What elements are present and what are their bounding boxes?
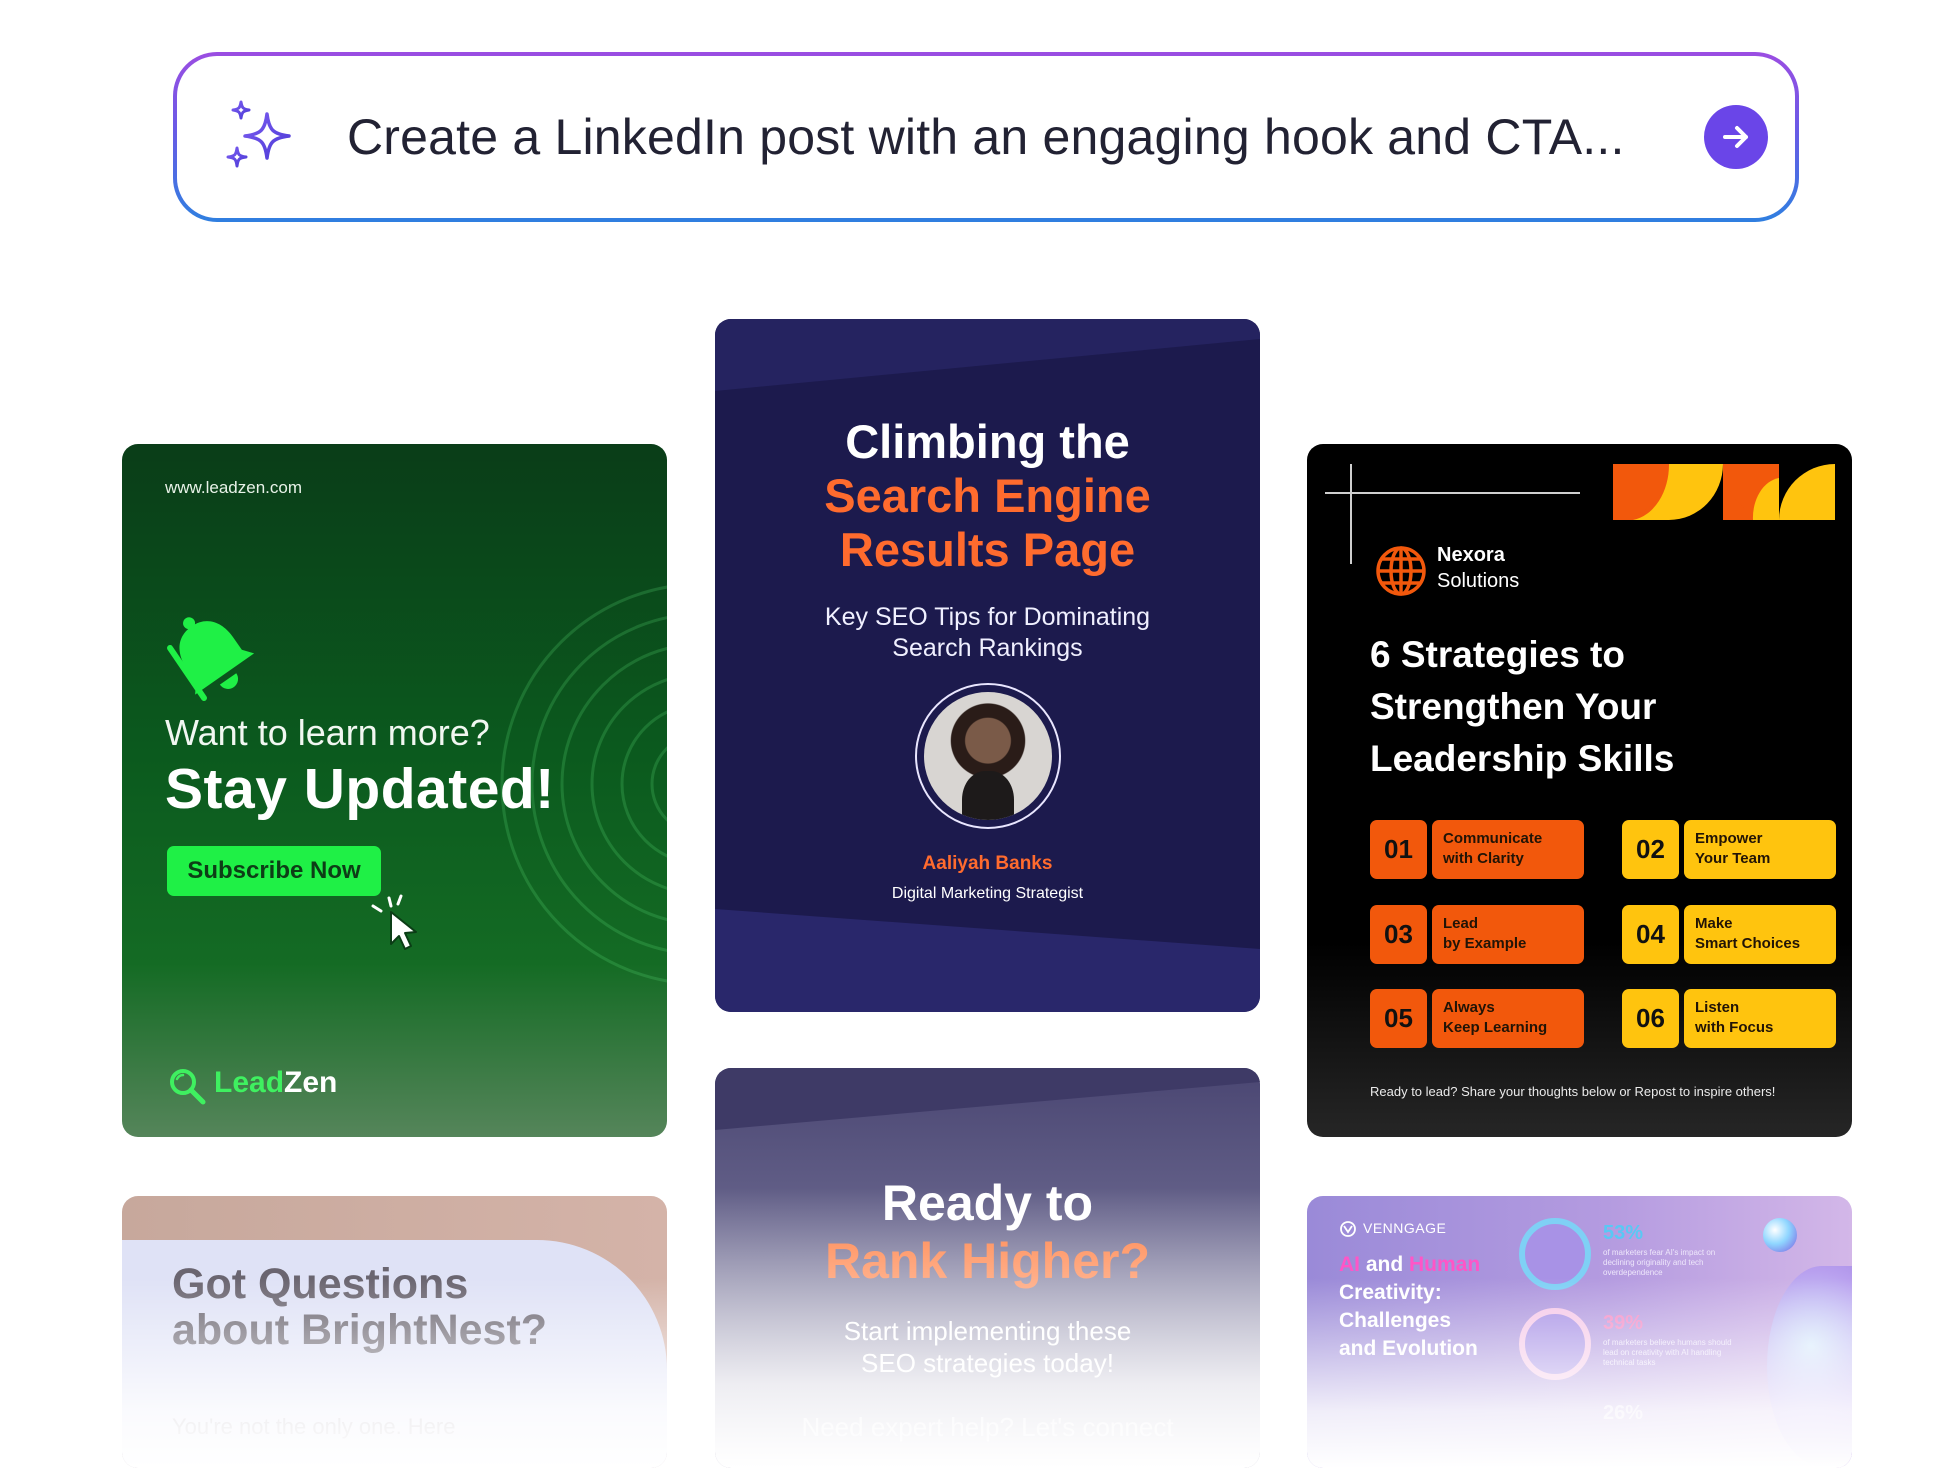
decorative-horizontal-line (1325, 492, 1580, 494)
title-line-1: Climbing the (845, 415, 1130, 468)
title-line-1: Ready to (881, 1175, 1094, 1231)
cursor-click-icon (371, 894, 417, 950)
website-url: www.leadzen.com (165, 478, 303, 497)
title-line-1: Got Questions (172, 1260, 469, 1308)
subtitle-line-2: Search Rankings (892, 634, 1083, 662)
template-card-brightnest[interactable]: Got Questions about BrightNest? You're n… (122, 1196, 667, 1468)
stat-value: 53% (1603, 1222, 1644, 1244)
title-line-2: Rank Higher? (824, 1233, 1151, 1289)
title-line-2: about BrightNest? (172, 1306, 548, 1354)
sparkles-icon (226, 100, 291, 168)
title-human: Human (1409, 1253, 1481, 1276)
author-name: Aaliyah Banks (922, 853, 1053, 874)
magnifier-logo-icon (170, 1069, 206, 1105)
title-line-2: Strengthen Your (1370, 686, 1657, 727)
strategy-label-line-2: Smart Choices (1695, 935, 1801, 952)
decorative-orb (1763, 1218, 1797, 1252)
prompt-input-container[interactable]: Create a LinkedIn post with an engaging … (177, 56, 1795, 218)
decorative-vertical-line (1350, 464, 1352, 564)
strategy-label: Always Keep Learning (1432, 989, 1584, 1048)
template-card-leadzen[interactable]: www.leadzen.com Want to learn more? Stay… (122, 444, 667, 1137)
headline: Stay Updated! (165, 757, 555, 821)
template-card-rank-higher[interactable]: Ready to Rank Higher? Start implementing… (715, 1068, 1260, 1468)
strategy-label-line-2: with Focus (1695, 1019, 1774, 1036)
decorative-shapes (1613, 464, 1835, 520)
title-ai: AI (1339, 1253, 1360, 1276)
subscribe-button[interactable]: Subscribe Now (167, 846, 381, 896)
person-icon (1519, 1218, 1591, 1290)
decorative-shape-bottom (715, 909, 1260, 1012)
decorative-shape-top (715, 1068, 1260, 1130)
decorative-face-sculpture (1767, 1266, 1852, 1466)
title-and: and (1360, 1253, 1410, 1276)
brand-name-suffix: Solutions (1437, 570, 1520, 592)
strategy-label: Make Smart Choices (1684, 905, 1836, 964)
avatar-photo (924, 692, 1052, 820)
footer-cta: Ready to lead? Share your thoughts below… (1370, 1084, 1776, 1099)
strategy-label-line-2: Your Team (1695, 850, 1771, 867)
avatar (915, 683, 1061, 829)
strategy-number: 01 (1370, 820, 1427, 879)
subtitle-line-3: Need expert help? Let's connect (801, 1412, 1174, 1442)
brand-name: Nexora (1437, 544, 1505, 566)
template-card-seo[interactable]: Climbing the Search Engine Results Page … (715, 319, 1260, 1012)
title-line-3: Leadership Skills (1370, 738, 1675, 779)
strategy-label: Empower Your Team (1684, 820, 1836, 879)
stat-description: of marketers believe humans should lead … (1603, 1338, 1732, 1367)
subtitle-line-1: Key SEO Tips for Dominating (824, 603, 1151, 631)
subtitle-line-2: SEO strategies today! (861, 1348, 1114, 1378)
title-line-3: Challenges (1339, 1309, 1452, 1332)
prompt-text[interactable]: Create a LinkedIn post with an engaging … (347, 56, 1625, 218)
decorative-shape-top (715, 319, 1260, 391)
strategy-number: 02 (1622, 820, 1679, 879)
strategy-label-line-1: Communicate (1443, 830, 1543, 847)
send-button[interactable] (1704, 105, 1768, 169)
author-role: Digital Marketing Strategist (891, 885, 1084, 902)
template-card-nexora[interactable]: Nexora Solutions 6 Strategies to Strengt… (1307, 444, 1852, 1137)
strategy-label: Listen with Focus (1684, 989, 1836, 1048)
strategy-label-line-1: Listen (1695, 999, 1740, 1016)
strategy-label-line-2: with Clarity (1443, 850, 1524, 867)
subtitle-line-1: Start implementing these (843, 1316, 1132, 1346)
title-line-3: Results Page (839, 523, 1136, 576)
question-text: Want to learn more? (165, 712, 490, 753)
logo-part-zen: Zen (284, 1066, 338, 1099)
strategy-number: 06 (1622, 989, 1679, 1048)
brand-name: VENNGAGE (1363, 1220, 1447, 1236)
globe-logo-icon (1376, 546, 1426, 596)
logo-part-lead: Lead (214, 1066, 285, 1099)
strategy-number: 03 (1370, 905, 1427, 964)
strategy-label-line-2: Keep Learning (1443, 1019, 1548, 1036)
title-line-2: Creativity: (1339, 1281, 1442, 1304)
stat-description: of marketers fear AI's impact on declini… (1603, 1248, 1716, 1277)
venngage-logo-icon (1340, 1221, 1356, 1237)
subtitle: You're not the only one. Here (172, 1414, 456, 1439)
strategy-label: Communicate with Clarity (1432, 820, 1584, 879)
bell-icon (167, 617, 255, 701)
template-card-ai-creativity[interactable]: VENNGAGE AI and Human Creativity: Challe… (1307, 1196, 1852, 1468)
stat-value: 26% (1603, 1402, 1644, 1424)
strategy-number: 05 (1370, 989, 1427, 1048)
arrow-right-icon (1723, 126, 1748, 148)
title-line-4: and Evolution (1339, 1337, 1478, 1360)
title-line-1: AI and Human (1339, 1252, 1480, 1278)
strategy-number: 04 (1622, 905, 1679, 964)
brand-logo-text: LeadZen (214, 1066, 337, 1100)
title-line-2: Search Engine (824, 469, 1151, 522)
prompt-bar[interactable]: Create a LinkedIn post with an engaging … (173, 52, 1799, 222)
strategy-label-line-1: Always (1443, 999, 1495, 1016)
title-line-1: 6 Strategies to (1370, 634, 1625, 675)
strategy-label-line-1: Empower (1695, 830, 1763, 847)
strategy-label: Lead by Example (1432, 905, 1584, 964)
strategy-label-line-2: by Example (1443, 935, 1527, 952)
strategy-label-line-1: Make (1695, 915, 1733, 932)
group-icon (1519, 1308, 1591, 1380)
strategy-label-line-1: Lead (1443, 915, 1479, 932)
stat-value: 39% (1603, 1312, 1644, 1334)
